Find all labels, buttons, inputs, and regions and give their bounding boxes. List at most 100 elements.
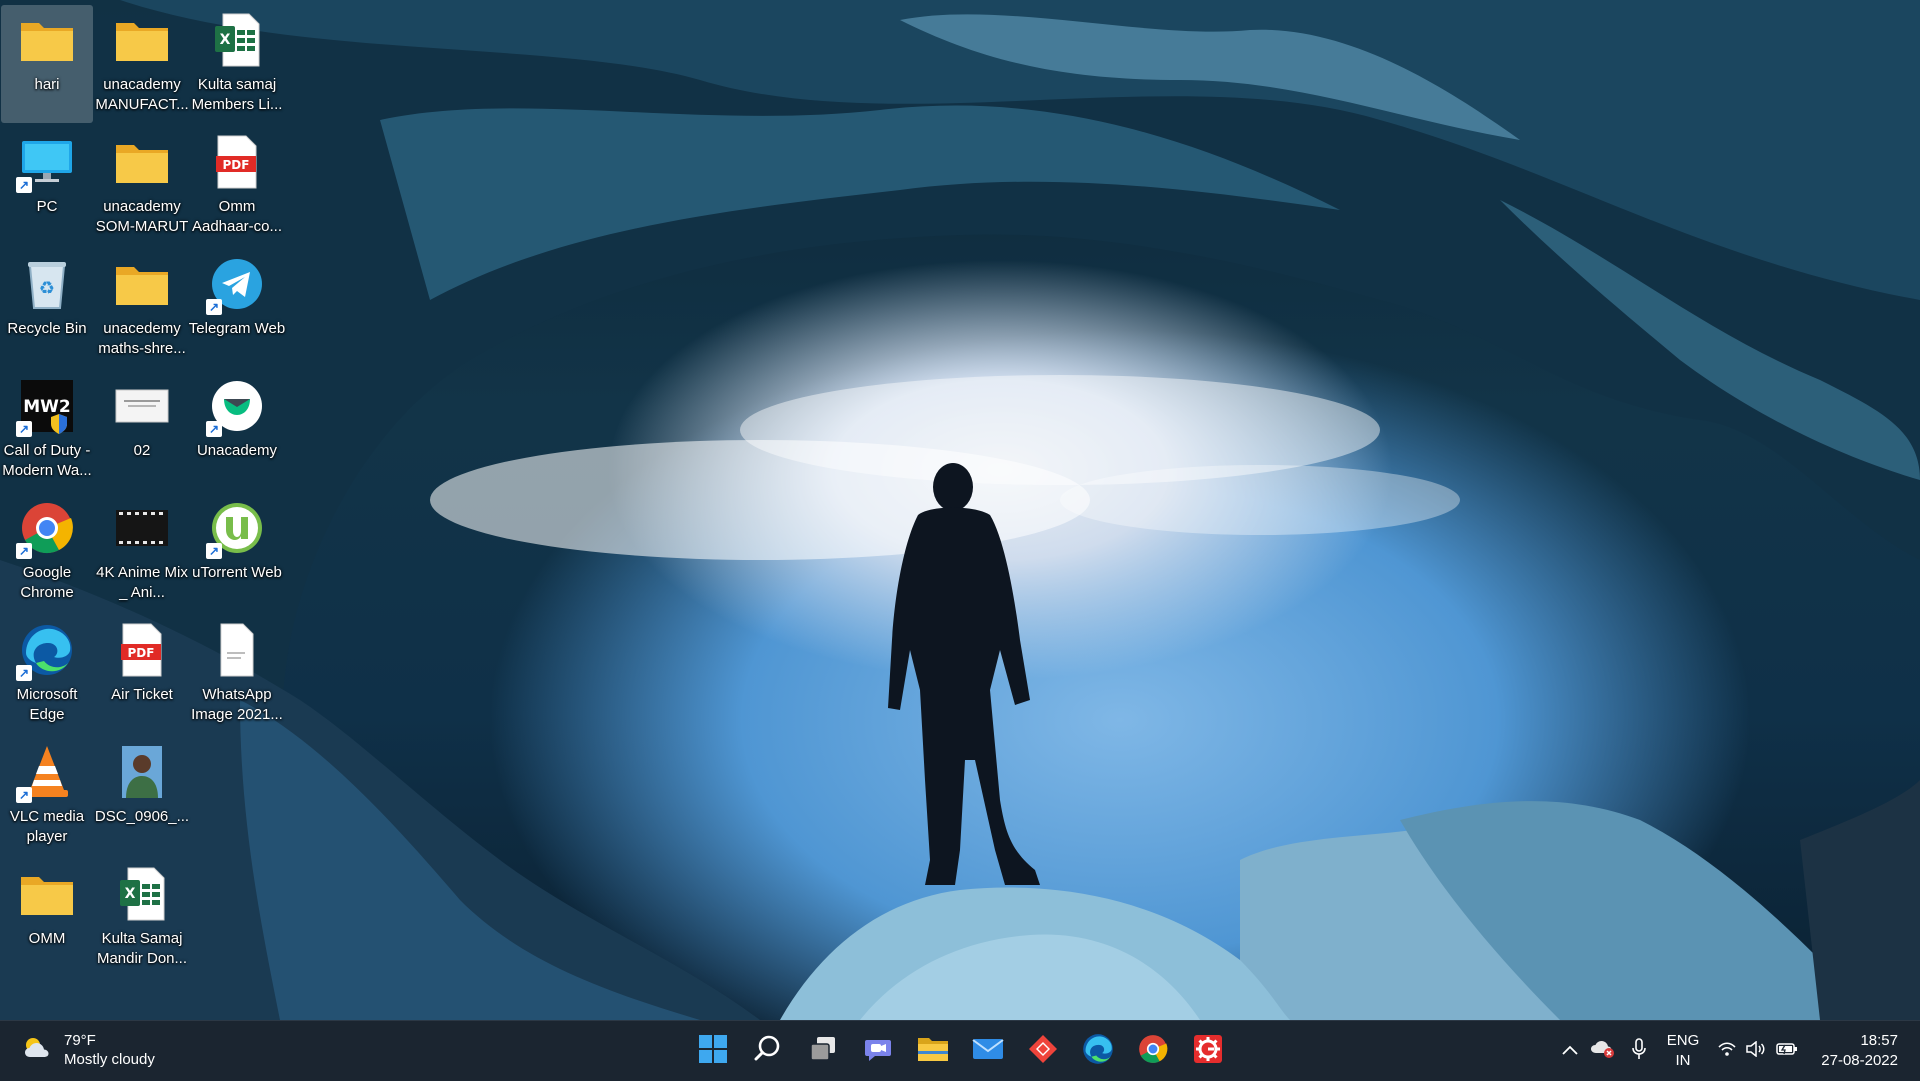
search-button[interactable] bbox=[743, 1027, 792, 1075]
desktop-icon-recycle-bin[interactable]: ♻ Recycle Bin bbox=[1, 249, 93, 367]
photo-thumbnail-icon bbox=[113, 743, 171, 801]
start-button[interactable] bbox=[688, 1027, 737, 1075]
teams-chat-icon bbox=[863, 1034, 893, 1069]
chrome-taskbar-button[interactable] bbox=[1128, 1027, 1177, 1075]
desktop-icon-air-ticket-pdf[interactable]: PDF Air Ticket bbox=[96, 615, 188, 733]
volume-icon bbox=[1746, 1039, 1766, 1062]
folder-icon bbox=[113, 133, 171, 191]
quick-settings-button[interactable] bbox=[1713, 1031, 1803, 1071]
microphone-tray-button[interactable] bbox=[1621, 1031, 1657, 1071]
desktop-icon-hari-folder[interactable]: hari bbox=[1, 5, 93, 123]
folder-icon bbox=[18, 11, 76, 69]
desktop-icon-dsc-photo[interactable]: DSC_0906_... bbox=[94, 737, 190, 855]
anydesk-icon bbox=[1027, 1033, 1059, 1070]
desktop-icon-call-of-duty[interactable]: MW2 ↗ Call of Duty - Modern Wa... bbox=[1, 371, 93, 489]
unacademy-icon: ↗ bbox=[206, 377, 266, 437]
desktop-icon-label: Air Ticket bbox=[111, 686, 173, 703]
search-icon bbox=[753, 1034, 783, 1069]
folder-icon bbox=[917, 1035, 949, 1068]
windows-logo-icon bbox=[698, 1034, 728, 1069]
clock-time: 18:57 bbox=[1860, 1032, 1898, 1049]
desktop-icon-pc[interactable]: ↗ PC bbox=[1, 127, 93, 245]
excel-file-icon: X bbox=[208, 11, 266, 69]
desktop-icon-unacademy-manufact-folder[interactable]: unacademy MANUFACT... bbox=[95, 5, 189, 123]
desktop-icon-label: unacedemy maths-shre... bbox=[98, 320, 186, 357]
wifi-icon bbox=[1718, 1041, 1736, 1062]
desktop-icon-label: Google Chrome bbox=[20, 564, 74, 601]
telegram-icon: ↗ bbox=[206, 255, 266, 315]
vlc-cone-icon: ↗ bbox=[16, 743, 76, 803]
desktop-icon-omm-folder[interactable]: OMM bbox=[1, 859, 93, 977]
svg-text:X: X bbox=[220, 32, 231, 48]
image-file-icon bbox=[208, 621, 266, 679]
shortcut-arrow-icon: ↗ bbox=[16, 787, 32, 803]
monitor-icon: ↗ bbox=[16, 133, 76, 193]
input-language-indicator[interactable]: ENG IN bbox=[1667, 1031, 1700, 1071]
desktop-icon-utorrent-web[interactable]: ↗ uTorrent Web bbox=[191, 493, 283, 611]
desktop-icon-label: hari bbox=[34, 76, 60, 93]
desktop-icon-label: 4K Anime Mix _ Ani... bbox=[96, 564, 188, 601]
svg-text:PDF: PDF bbox=[223, 158, 250, 172]
battery-charging-icon bbox=[1776, 1041, 1798, 1062]
video-file-icon bbox=[113, 499, 171, 557]
desktop-icon-label: Unacademy bbox=[196, 442, 278, 459]
weather-widget[interactable]: 79°F Mostly cloudy bbox=[22, 1031, 155, 1069]
shortcut-arrow-icon: ↗ bbox=[16, 543, 32, 559]
desktop-icon-4k-anime-video[interactable]: 4K Anime Mix _ Ani... bbox=[96, 493, 188, 611]
clock-date[interactable]: 18:57 27-08-2022 bbox=[1821, 1031, 1898, 1071]
shortcut-arrow-icon: ↗ bbox=[206, 299, 222, 315]
show-hidden-icons-button[interactable] bbox=[1555, 1031, 1585, 1071]
chrome-icon bbox=[1138, 1034, 1168, 1069]
region-code: IN bbox=[1675, 1052, 1691, 1069]
desktop-icon-label: PC bbox=[36, 198, 58, 215]
desktop-icon-label: WhatsApp Image 2021... bbox=[191, 686, 283, 723]
shortcut-arrow-icon: ↗ bbox=[206, 421, 222, 437]
chat-button[interactable] bbox=[853, 1027, 902, 1075]
recycle-bin-icon: ♻ bbox=[18, 255, 76, 313]
gear-app-icon bbox=[1192, 1033, 1224, 1070]
svg-text:X: X bbox=[125, 886, 136, 902]
desktop-icon-microsoft-edge[interactable]: ↗ Microsoft Edge bbox=[1, 615, 93, 733]
weather-condition: Mostly cloudy bbox=[64, 1051, 155, 1068]
taskbar-pinned-apps bbox=[688, 1027, 1232, 1075]
desktop-icon-google-chrome[interactable]: ↗ Google Chrome bbox=[1, 493, 93, 611]
desktop-icon-label: Kulta Samaj Mandir Don... bbox=[96, 930, 188, 967]
desktop-icon-unacademy-som-marut-folder[interactable]: unacademy SOM-MARUT bbox=[96, 127, 188, 245]
partly-cloudy-icon bbox=[22, 1035, 52, 1066]
desktop-icon-kulta-samaj-members-excel[interactable]: X Kulta samaj Members Li... bbox=[191, 5, 283, 123]
svg-text:♻: ♻ bbox=[39, 278, 55, 299]
desktop-icon-telegram-web[interactable]: ↗ Telegram Web bbox=[189, 249, 285, 367]
desktop-icon-vlc[interactable]: ↗ VLC media player bbox=[1, 737, 93, 855]
onedrive-error-icon bbox=[1590, 1039, 1616, 1064]
file-explorer-button[interactable] bbox=[908, 1027, 957, 1075]
desktop-icon-label: DSC_0906_... bbox=[94, 808, 190, 825]
task-view-icon bbox=[808, 1034, 838, 1069]
edge-icon: ↗ bbox=[16, 621, 76, 681]
folder-icon bbox=[113, 11, 171, 69]
anydesk-button[interactable] bbox=[1018, 1027, 1067, 1075]
desktop-icon-omm-aadhaar-pdf[interactable]: PDF Omm Aadhaar-co... bbox=[191, 127, 283, 245]
desktop-icon-label: Microsoft Edge bbox=[16, 686, 78, 723]
desktop-icon-unacedemy-maths-folder[interactable]: unacedemy maths-shre... bbox=[96, 249, 188, 367]
desktop-icon-label: 02 bbox=[133, 442, 151, 459]
onedrive-tray-button[interactable] bbox=[1585, 1031, 1621, 1071]
desktop-icon-area: hari ↗ PC ♻ Recycle Bin MW2 ↗ Call of Du… bbox=[0, 0, 300, 1000]
desktop-icon-kulta-samaj-mandir-excel[interactable]: X Kulta Samaj Mandir Don... bbox=[96, 859, 188, 977]
desktop-icon-label: uTorrent Web bbox=[192, 564, 282, 581]
edge-taskbar-button[interactable] bbox=[1073, 1027, 1122, 1075]
mail-button[interactable] bbox=[963, 1027, 1012, 1075]
pdf-file-icon: PDF bbox=[113, 621, 171, 679]
folder-icon bbox=[113, 255, 171, 313]
document-image-icon bbox=[113, 377, 171, 435]
desktop-icon-02-document[interactable]: 02 bbox=[96, 371, 188, 489]
task-view-button[interactable] bbox=[798, 1027, 847, 1075]
red-gear-app-button[interactable] bbox=[1183, 1027, 1232, 1075]
desktop-icon-unacademy[interactable]: ↗ Unacademy bbox=[191, 371, 283, 489]
mail-icon bbox=[971, 1036, 1004, 1067]
shortcut-arrow-icon: ↗ bbox=[16, 665, 32, 681]
system-tray: ENG IN 18:57 27-08-2022 bbox=[1555, 1021, 1920, 1081]
excel-file-icon: X bbox=[113, 865, 171, 923]
desktop-icon-whatsapp-image[interactable]: WhatsApp Image 2021... bbox=[191, 615, 283, 733]
desktop-icon-label: unacademy SOM-MARUT bbox=[95, 198, 189, 235]
svg-text:PDF: PDF bbox=[128, 646, 155, 660]
